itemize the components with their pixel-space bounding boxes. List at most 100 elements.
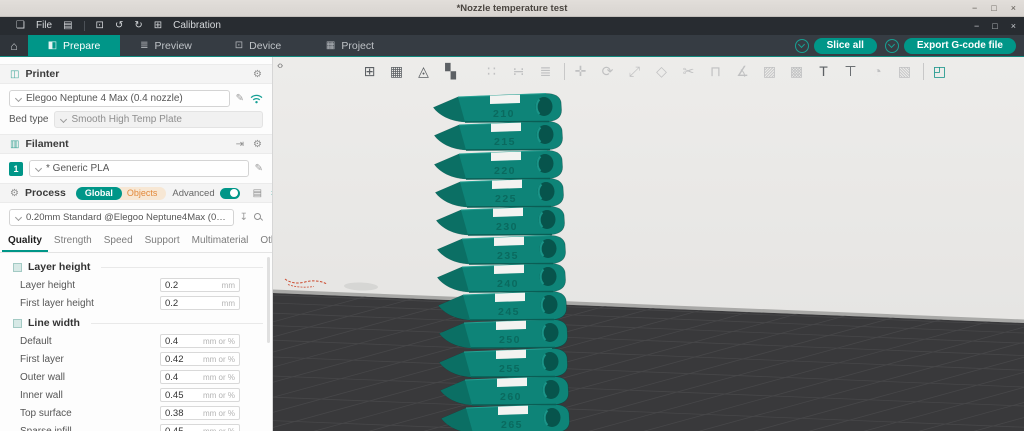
param-unit: mm or % bbox=[203, 408, 235, 418]
slice-all-button[interactable]: Slice all bbox=[813, 37, 877, 54]
tab-quality[interactable]: Quality bbox=[2, 230, 48, 252]
tab-icon: ◧ bbox=[47, 40, 58, 51]
svg-text:210: 210 bbox=[493, 108, 515, 120]
svg-text:260: 260 bbox=[500, 391, 522, 403]
param-input[interactable]: 0.4 mm or % bbox=[160, 370, 240, 384]
filament-section-title: Filament bbox=[25, 138, 69, 150]
search-icon[interactable] bbox=[254, 213, 263, 222]
param-unit: mm or % bbox=[203, 390, 235, 400]
filament-preset-select[interactable]: * Generic PLA bbox=[29, 160, 249, 177]
chevron-down-icon bbox=[14, 213, 23, 222]
window-control[interactable]: □ bbox=[992, 21, 997, 31]
temp-tower[interactable]: 210 215 220 225 230 235 240 245 250 255 … bbox=[428, 91, 598, 431]
printer-preset-select[interactable]: Elegoo Neptune 4 Max (0.4 nozzle) bbox=[9, 90, 230, 107]
export-gcode-button[interactable]: Export G-code file bbox=[903, 37, 1016, 54]
printer-preset-row: Elegoo Neptune 4 Max (0.4 nozzle) ✎ bbox=[9, 90, 263, 107]
process-objects-pill[interactable]: Objects bbox=[114, 186, 167, 200]
tab-support[interactable]: Support bbox=[139, 230, 186, 252]
param-input[interactable]: 0.38 mm or % bbox=[160, 406, 240, 420]
separator bbox=[83, 21, 85, 31]
calibration-icon[interactable]: ⊞ bbox=[154, 21, 162, 31]
window-control[interactable]: − bbox=[972, 3, 977, 13]
chevron-down-icon bbox=[60, 115, 68, 124]
edit-printer-icon[interactable]: ✎ bbox=[236, 93, 244, 104]
advanced-toggle[interactable] bbox=[219, 187, 240, 199]
printer-section-title: Printer bbox=[25, 68, 60, 80]
filament-section-header: ▥ Filament ⇥ ⚙ bbox=[0, 134, 272, 154]
slice-options-dropdown[interactable] bbox=[794, 38, 809, 53]
tab-prepare[interactable]: ◧ Prepare bbox=[28, 35, 120, 56]
home-icon: ⌂ bbox=[10, 38, 18, 53]
window-control[interactable]: × bbox=[1011, 3, 1016, 13]
window-control[interactable]: × bbox=[1011, 21, 1016, 31]
tab-bar: ⌂ ◧ Prepare ≣ Preview ⊡ Device ▦ Project… bbox=[0, 35, 1024, 57]
calibration-menu[interactable]: Calibration bbox=[173, 21, 221, 31]
filament-settings-icon[interactable]: ⚙ bbox=[253, 139, 262, 150]
process-global-pill[interactable]: Global bbox=[75, 186, 122, 200]
window-control[interactable]: □ bbox=[991, 3, 996, 13]
redo-icon[interactable]: ↻ bbox=[134, 21, 142, 31]
bed-type-row: Bed type Smooth High Temp Plate bbox=[9, 111, 263, 128]
build-plate[interactable] bbox=[273, 57, 1024, 431]
param-label: First layer height bbox=[20, 297, 94, 309]
param-input[interactable]: 0.4 mm or % bbox=[160, 334, 240, 348]
wifi-icon[interactable] bbox=[250, 93, 263, 104]
printer-icon: ◫ bbox=[10, 68, 20, 80]
menu-grid-icon[interactable]: ▤ bbox=[63, 21, 72, 31]
param-input[interactable]: 0.45 mm or % bbox=[160, 424, 240, 431]
parameter-table-icon[interactable]: ▤ bbox=[253, 188, 262, 199]
menu-bar: ❏ File ▤ ⊡ ↺ ↻ ⊞ Calibration − □ × bbox=[0, 17, 1024, 35]
tab-project[interactable]: ▦ Project bbox=[304, 35, 396, 56]
undo-icon[interactable]: ↺ bbox=[115, 21, 123, 31]
main-tabs: ◧ Prepare ≣ Preview ⊡ Device ▦ Project bbox=[28, 35, 396, 56]
tab-device[interactable]: ⊡ Device bbox=[212, 35, 304, 56]
param-input[interactable]: 0.45 mm or % bbox=[160, 388, 240, 402]
param-value: 0.2 bbox=[165, 297, 179, 309]
tab-preview[interactable]: ≣ Preview bbox=[120, 35, 212, 56]
param-label: Top surface bbox=[20, 407, 72, 419]
svg-text:250: 250 bbox=[499, 334, 521, 346]
tab-strength[interactable]: Strength bbox=[48, 230, 98, 252]
viewport-3d[interactable]: ‹› ⊞ ▦ ◬ ▚ ∷ ∺ ≣ ✛ ⟳ ⤢ ◇ ✂ ⊓ ∡ ▨ ▩ T ⊤ ◔ ▧ ◰ 210 bbox=[273, 57, 1024, 431]
process-preset-select[interactable]: 0.20mm Standard @Elegoo Neptune4Max (0.4… bbox=[9, 209, 234, 226]
param-unit: mm or % bbox=[203, 372, 235, 382]
param-row: Default 0.4 mm or % bbox=[0, 332, 272, 350]
param-input[interactable]: 0.2 mm bbox=[160, 296, 240, 310]
bed-type-select[interactable]: Smooth High Temp Plate bbox=[54, 111, 263, 128]
param-input[interactable]: 0.42 mm or % bbox=[160, 352, 240, 366]
param-row: Outer wall 0.4 mm or % bbox=[0, 368, 272, 386]
edit-filament-icon[interactable]: ✎ bbox=[255, 163, 263, 174]
svg-text:235: 235 bbox=[496, 250, 518, 262]
tab-speed[interactable]: Speed bbox=[98, 230, 139, 252]
param-input[interactable]: 0.2 mm bbox=[160, 278, 240, 292]
save-preset-icon[interactable]: ↧ bbox=[240, 212, 248, 223]
tab-icon: ≣ bbox=[140, 40, 149, 51]
filament-preset-row: 1 * Generic PLA ✎ bbox=[9, 160, 263, 177]
bed-type-value: Smooth High Temp Plate bbox=[71, 114, 182, 125]
file-menu[interactable]: File bbox=[36, 21, 52, 31]
param-label: Outer wall bbox=[20, 371, 66, 383]
svg-text:230: 230 bbox=[496, 221, 518, 233]
param-row: Layer height 0.2 mm bbox=[0, 276, 272, 294]
export-options-dropdown[interactable] bbox=[884, 38, 899, 53]
os-titlebar: *Nozzle temperature test − □ × bbox=[0, 0, 1024, 17]
param-section-header: Line width bbox=[0, 312, 272, 332]
save-icon[interactable]: ⊡ bbox=[96, 21, 104, 31]
svg-text:240: 240 bbox=[497, 278, 519, 290]
tab-others[interactable]: Others bbox=[254, 230, 272, 252]
file-icon[interactable]: ❏ bbox=[16, 21, 25, 31]
home-button[interactable]: ⌂ bbox=[0, 35, 28, 56]
svg-text:220: 220 bbox=[494, 165, 516, 177]
window-control[interactable]: − bbox=[974, 21, 979, 31]
filament-sync-icon[interactable]: ⇥ bbox=[236, 139, 244, 150]
filament-index-badge[interactable]: 1 bbox=[9, 161, 23, 176]
plate-marker-scribble-2 bbox=[287, 284, 315, 288]
param-value: 0.4 bbox=[165, 371, 179, 383]
sidebar-scrollbar[interactable] bbox=[267, 257, 270, 343]
printer-settings-icon[interactable]: ⚙ bbox=[253, 69, 262, 80]
tab-label: Device bbox=[249, 39, 282, 52]
plate-marker-scribble bbox=[284, 278, 328, 285]
section-square-icon bbox=[13, 318, 22, 328]
param-row: Inner wall 0.45 mm or % bbox=[0, 386, 272, 404]
tab-multimaterial[interactable]: Multimaterial bbox=[186, 230, 255, 252]
